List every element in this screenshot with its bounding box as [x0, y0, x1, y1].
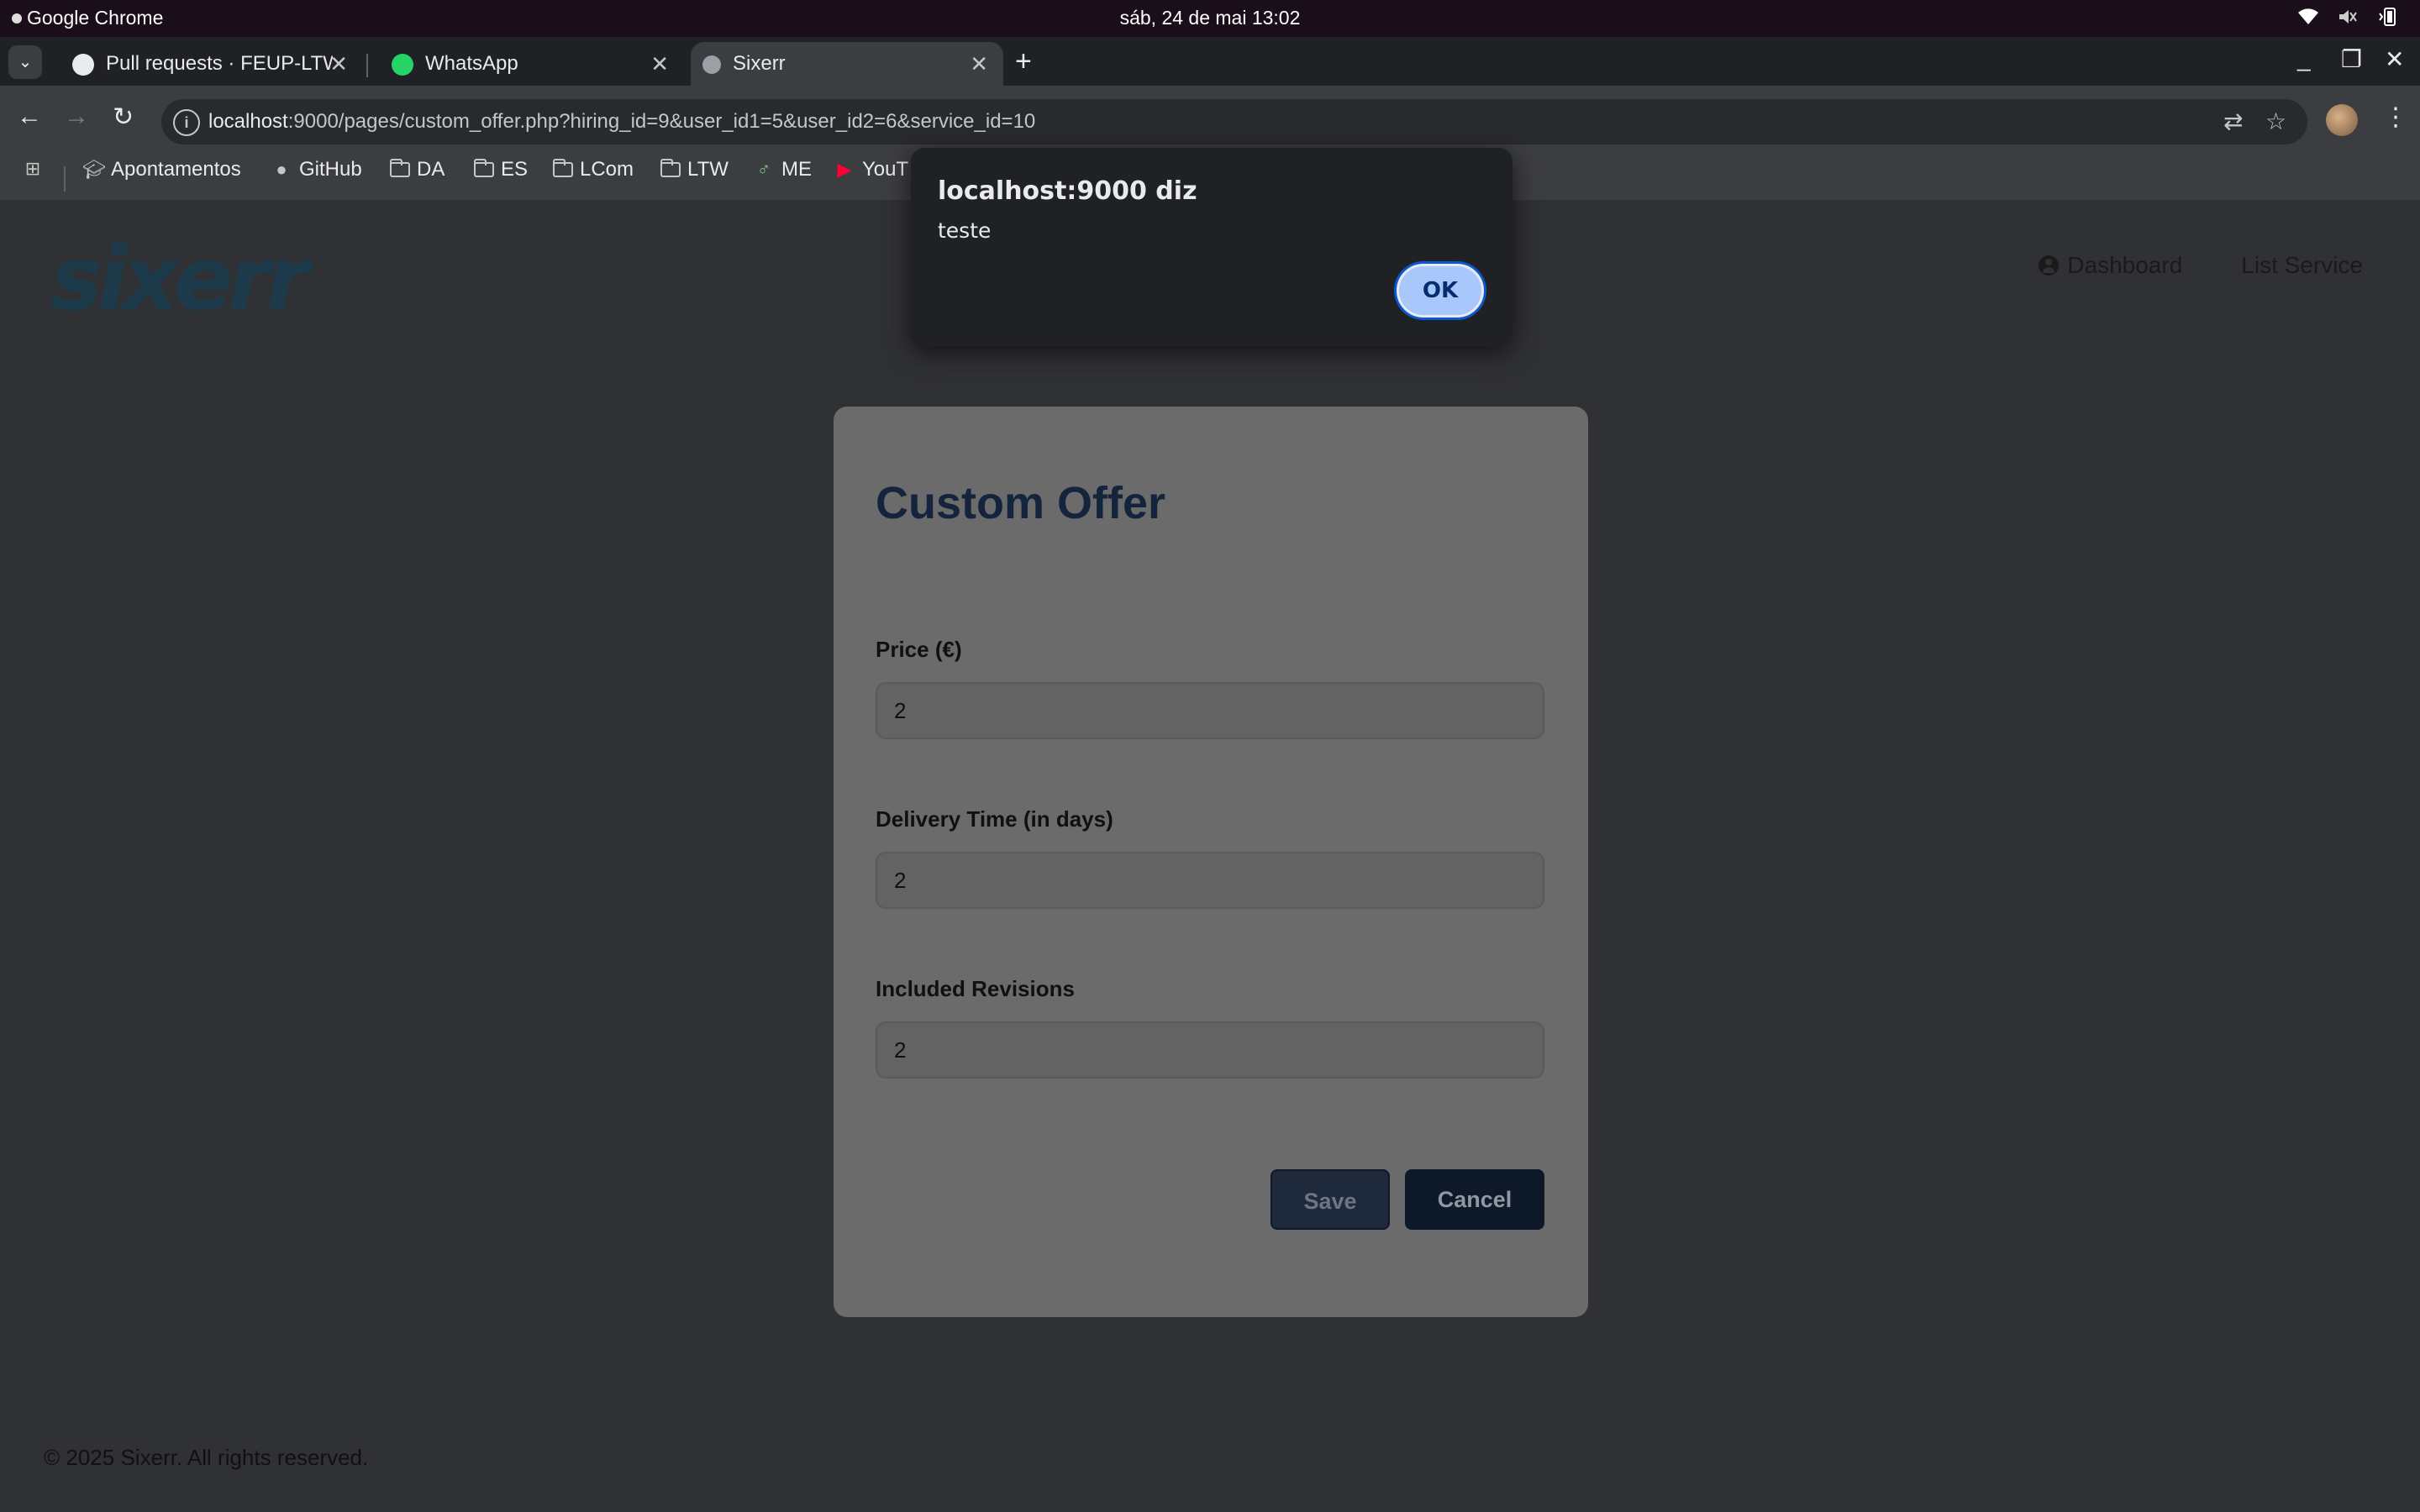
delivery-time-label: Delivery Time (in days) — [876, 806, 1113, 832]
bookmark-lcom[interactable]: LCom — [553, 158, 634, 181]
save-button[interactable]: Save — [1270, 1169, 1390, 1230]
tab-divider — [366, 54, 368, 77]
chevron-down-icon: ⌄ — [18, 53, 33, 71]
close-icon[interactable]: ✕ — [329, 51, 348, 77]
alert-message: teste — [938, 218, 992, 243]
minimize-icon[interactable]: _ — [2297, 45, 2311, 72]
delivery-time-input[interactable]: 2 — [876, 852, 1544, 909]
bookmark-star-icon[interactable]: ☆ — [2265, 108, 2286, 135]
revisions-input[interactable]: 2 — [876, 1021, 1544, 1079]
price-input[interactable]: 2 — [876, 682, 1544, 739]
bookmark-label: ME — [781, 158, 812, 181]
os-top-bar: Google Chrome sáb, 24 de mai 13:02 — [0, 0, 2420, 37]
bookmark-label: Apontamentos — [111, 158, 241, 181]
nav-dashboard[interactable]: Dashboard — [2039, 252, 2182, 279]
footer-copyright: © 2025 Sixerr. All rights reserved. — [44, 1445, 369, 1470]
wifi-icon — [2297, 8, 2319, 31]
tab-strip: ⌄ Pull requests · FEUP-LTW ✕ WhatsApp ✕ … — [0, 37, 2420, 86]
form-title: Custom Offer — [876, 478, 1166, 528]
alert-title: localhost:9000 diz — [938, 176, 1197, 206]
tab-pull-requests[interactable]: Pull requests · FEUP-LTW ✕ — [50, 42, 363, 86]
bookmark-label: ES — [501, 158, 529, 181]
bookmark-label: LCom — [580, 158, 634, 181]
apps-grid-icon[interactable]: ⊞ — [22, 158, 44, 180]
github-icon — [72, 54, 94, 76]
folder-icon — [553, 159, 573, 177]
revisions-label: Included Revisions — [876, 976, 1075, 1001]
address-bar[interactable]: i localhost:9000/pages/custom_offer.php?… — [161, 99, 2307, 144]
bookmark-ltw[interactable]: LTW — [660, 158, 729, 181]
system-tray[interactable] — [2297, 7, 2398, 32]
window-close-icon[interactable]: ✕ — [2385, 45, 2404, 73]
bookmark-es[interactable]: ES — [474, 158, 528, 181]
bookmark-apontamentos[interactable]: 🎓︎ Apontamentos — [82, 158, 241, 181]
cancel-button[interactable]: Cancel — [1405, 1169, 1544, 1230]
new-tab-button[interactable]: + — [1015, 45, 1032, 78]
bookmark-youtube[interactable]: ▶ YouT — [834, 158, 909, 181]
volume-muted-icon — [2338, 8, 2358, 31]
os-clock[interactable]: sáb, 24 de mai 13:02 — [0, 7, 2420, 29]
bookmark-label: DA — [417, 158, 445, 181]
custom-offer-card: Custom Offer Price (€) 2 Delivery Time (… — [834, 407, 1588, 1317]
me-icon: ♂ — [756, 159, 771, 180]
graduation-cap-icon: 🎓︎ — [82, 159, 106, 180]
forward-arrow-icon[interactable]: → — [64, 102, 89, 131]
bookmark-da[interactable]: DA — [390, 158, 445, 181]
translate-icon[interactable]: ⇄ — [2223, 108, 2243, 135]
price-label: Price (€) — [876, 637, 962, 662]
more-menu-icon[interactable]: ⋮ — [2383, 102, 2408, 132]
restore-icon[interactable]: ❐ — [2341, 45, 2362, 73]
youtube-icon: ▶ — [837, 159, 852, 180]
reload-icon[interactable]: ↻ — [113, 102, 134, 132]
folder-icon — [474, 159, 494, 177]
globe-icon — [702, 55, 721, 74]
alert-ok-button[interactable]: OK — [1397, 264, 1484, 318]
tab-title: WhatsApp — [425, 52, 518, 75]
nav-list-service-label: List Service — [2241, 252, 2363, 278]
alert-dialog: localhost:9000 diz teste OK — [911, 148, 1512, 346]
tab-sixerr[interactable]: Sixerr ✕ — [691, 42, 1003, 86]
bookmark-label: LTW — [687, 158, 729, 181]
bookmark-github[interactable]: ● GitHub — [271, 158, 362, 181]
site-info-icon[interactable]: i — [173, 109, 200, 136]
whatsapp-icon — [392, 54, 413, 76]
tab-whatsapp[interactable]: WhatsApp ✕ — [370, 42, 684, 86]
tab-search-button[interactable]: ⌄ — [8, 45, 42, 79]
tab-title: Pull requests · FEUP-LTW — [106, 52, 333, 75]
user-circle-icon — [2039, 255, 2060, 276]
nav-dashboard-label: Dashboard — [2067, 252, 2183, 278]
profile-avatar[interactable] — [2326, 104, 2358, 136]
back-arrow-icon[interactable]: ← — [17, 102, 42, 131]
nav-list-service[interactable]: List Service — [2241, 252, 2363, 279]
bookmark-label: YouT — [862, 158, 909, 181]
site-nav: Dashboard List Service — [2039, 252, 2363, 279]
sixerr-logo[interactable]: sixerr — [50, 235, 309, 323]
close-icon[interactable]: ✕ — [970, 51, 988, 77]
battery-icon — [2376, 7, 2398, 32]
folder-icon — [390, 159, 410, 177]
github-icon: ● — [276, 159, 287, 180]
bookmark-label: GitHub — [299, 158, 362, 181]
browser-toolbar: ← → ↻ i localhost:9000/pages/custom_offe… — [0, 86, 2420, 155]
folder-icon — [660, 159, 681, 177]
page-content: sixerr Dashboard List Service Custom Off… — [0, 200, 2420, 1512]
close-icon[interactable]: ✕ — [650, 51, 669, 77]
url-text[interactable]: localhost:9000/pages/custom_offer.php?hi… — [208, 110, 1035, 134]
bookmark-divider — [64, 166, 66, 192]
tab-title: Sixerr — [733, 52, 786, 75]
bookmark-me[interactable]: ♂ ME — [753, 158, 812, 181]
